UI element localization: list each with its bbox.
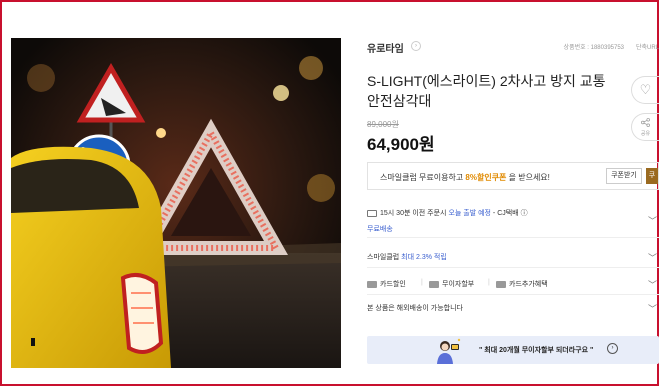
sale-price: 64,900원 [367,135,435,154]
installment-promo-banner[interactable]: " 최대 20개월 무이자할부 되더라구요 " › [367,336,659,364]
delivery-prefix: 15시 30분 이전 주문시 [380,210,449,217]
product-info-panel: 유로타임 › 상품번호 : 1880395753 단축URL S-LIGHT(에… [367,38,659,378]
card-discount[interactable]: 카드할인 [367,279,406,289]
short-url-link[interactable]: 단축URL [636,42,659,51]
card-icon [496,280,506,288]
divider: | [421,279,423,286]
divider: | [488,279,490,286]
overseas-shipping-row[interactable]: 본 상품은 해외배송이 가능합니다 ﹀ [367,299,659,323]
free-shipping: 무료배송 [367,226,393,233]
card-icon [429,280,439,288]
brand-row: 유로타임 › 상품번호 : 1880395753 단축URL [367,38,659,55]
wishlist-heart-icon[interactable]: ♡ [631,76,659,104]
card-discount-label: 카드할인 [380,281,406,288]
card-icon [367,280,377,288]
chevron-down-icon[interactable]: ﹀ [648,251,657,264]
coupon-edge-button[interactable]: 쿠 [646,168,658,184]
product-image[interactable] [11,38,341,368]
get-coupon-button[interactable]: 쿠폰받기 [606,168,642,184]
coupon-text-suffix: 을 받으세요! [506,173,550,182]
person-illustration-icon [437,338,461,364]
card-extra-label: 카드추가혜택 [509,281,548,288]
chevron-down-icon[interactable]: ﹀ [648,302,657,315]
product-photo [11,38,341,368]
card-benefits-row[interactable]: 카드할인 | 무이자할부 | 카드추가혜택 ﹀ [367,271,659,295]
delivery-info-row[interactable]: 15시 30분 이전 주문시 오늘 출발 예정 - CJ택배 ⓘ 무료배송 ﹀ [367,202,659,238]
product-title: S-LIGHT(에스라이트) 2차사고 방지 교통 안전삼각대 [367,73,606,109]
coupon-banner: 스마일클럽 무료이용하고 8%할인쿠폰 을 받으세요! 쿠폰받기 쿠 [367,162,659,190]
delivery-highlight: 오늘 출발 예정 [448,210,491,217]
interest-free-installment[interactable]: 무이자할부 [429,279,474,289]
banner-text: " 최대 20개월 무이자할부 되더라구요 " [479,347,594,354]
chevron-down-icon[interactable]: ﹀ [648,214,657,227]
overseas-shipping-text: 본 상품은 해외배송이 가능합니다 [367,305,463,312]
brand-arrow-icon[interactable]: › [411,41,421,51]
chevron-down-icon[interactable]: ﹀ [648,278,657,291]
share-button[interactable]: 공유 [631,113,659,141]
coupon-text-prefix: 스마일클럽 무료이용하고 [380,173,466,182]
smile-club-text: 스마일클럽 최대 2.3% 적립 [367,252,447,262]
delivery-suffix: - CJ택배 ⓘ [490,210,528,217]
product-number: 상품번호 : 1880395753 [563,45,624,51]
smile-club-prefix: 스마일클럽 [367,254,402,261]
coupon-highlight: 8%할인쿠폰 [465,173,507,182]
share-icon [641,118,650,127]
truck-icon [367,209,377,217]
arrow-right-icon[interactable]: › [607,343,618,354]
smile-club-row[interactable]: 스마일클럽 최대 2.3% 적립 ﹀ [367,244,659,268]
brand-name[interactable]: 유로타임 [367,40,404,55]
delivery-schedule: 15시 30분 이전 주문시 오늘 출발 예정 - CJ택배 ⓘ [367,208,528,218]
coupon-text: 스마일클럽 무료이용하고 8%할인쿠폰 을 받으세요! [380,172,550,183]
share-label: 공유 [640,131,651,137]
smile-club-highlight: 최대 2.3% 적립 [401,254,447,261]
installment-label: 무이자할부 [442,281,475,288]
card-extra-benefits[interactable]: 카드추가혜택 [496,279,548,289]
original-price: 89,000원 [367,120,399,129]
